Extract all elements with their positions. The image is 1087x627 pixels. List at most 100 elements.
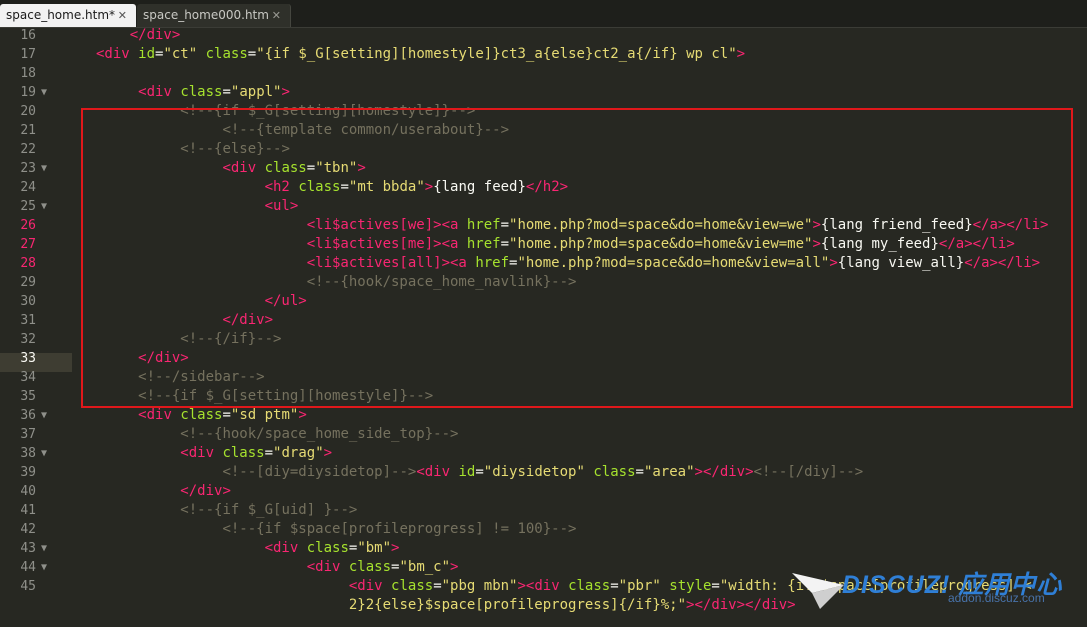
- code-text: <div class="bm">: [264, 540, 400, 556]
- fold-arrow-icon[interactable]: ▼: [41, 406, 47, 425]
- code-line[interactable]: 38 ▼ <div class="drag">: [0, 444, 1087, 463]
- line-number: 25: [20, 199, 36, 214]
- fold-arrow-icon[interactable]: ▼: [41, 159, 47, 178]
- line-number: 36: [20, 408, 36, 423]
- code-line[interactable]: 26 <li$actives[we]><a href="home.php?mod…: [0, 216, 1087, 235]
- code-line[interactable]: 20 <!--{if $_G[setting][homestyle]}-->: [0, 102, 1087, 121]
- line-number: 41: [20, 503, 36, 518]
- code-line[interactable]: 39 <!--[diy=diysidetop]--><div id="diysi…: [0, 463, 1087, 482]
- line-number: 20: [20, 104, 36, 119]
- code-line[interactable]: 30 </ul>: [0, 292, 1087, 311]
- code-text: <!--/sidebar-->: [138, 369, 265, 385]
- code-line[interactable]: 33 </div>: [0, 349, 1087, 368]
- tab-space-home000[interactable]: space_home000.htm ✕: [137, 4, 291, 27]
- paper-plane-icon: [792, 573, 844, 609]
- line-number: 45: [20, 579, 36, 594]
- line-number: 39: [20, 465, 36, 480]
- line-number: 31: [20, 313, 36, 328]
- code-line[interactable]: 25 ▼ <ul>: [0, 197, 1087, 216]
- line-number: 21: [20, 123, 36, 138]
- line-number: 26: [20, 218, 36, 233]
- line-number: 38: [20, 446, 36, 461]
- code-text: <h2 class="mt bbda">{lang feed}</h2>: [264, 179, 569, 195]
- code-line[interactable]: 35 <!--{if $_G[setting][homestyle]}-->: [0, 387, 1087, 406]
- code-line[interactable]: 43 ▼ <div class="bm">: [0, 539, 1087, 558]
- code-text: </div>: [138, 350, 189, 366]
- code-line[interactable]: 27 <li$actives[me]><a href="home.php?mod…: [0, 235, 1087, 254]
- code-text: <!--{/if}-->: [180, 331, 282, 347]
- fold-arrow-icon[interactable]: ▼: [41, 539, 47, 558]
- tab-bar: space_home.htm* ✕ space_home000.htm ✕: [0, 0, 1087, 28]
- code-line[interactable]: 21 <!--{template common/userabout}-->: [0, 121, 1087, 140]
- code-line[interactable]: 31 </div>: [0, 311, 1087, 330]
- code-line[interactable]: 41 <!--{if $_G[uid] }-->: [0, 501, 1087, 520]
- code-line[interactable]: 18: [0, 64, 1087, 83]
- code-text: <div class="tbn">: [222, 160, 366, 176]
- code-line[interactable]: 28 <li$actives[all]><a href="home.php?mo…: [0, 254, 1087, 273]
- line-number: 29: [20, 275, 36, 290]
- code-text: <li$actives[all]><a href="home.php?mod=s…: [306, 255, 1041, 271]
- code-text: 2}2{else}$space[profileprogress]{/if}%;"…: [348, 597, 796, 613]
- line-number: 27: [20, 237, 36, 252]
- line-number: 17: [20, 47, 36, 62]
- code-line[interactable]: 32 <!--{/if}-->: [0, 330, 1087, 349]
- code-line[interactable]: 19 ▼ <div class="appl">: [0, 83, 1087, 102]
- line-number: 42: [20, 522, 36, 537]
- fold-arrow-icon[interactable]: ▼: [41, 83, 47, 102]
- line-number: 24: [20, 180, 36, 195]
- code-text: <div class="drag">: [180, 445, 333, 461]
- code-text: <div class="sd ptm">: [138, 407, 307, 423]
- code-text: <!--{hook/space_home_side_top}-->: [180, 426, 459, 442]
- tab-space-home[interactable]: space_home.htm* ✕: [0, 4, 136, 27]
- code-text: <div class="appl">: [138, 84, 290, 100]
- code-text: <!--{if $_G[setting][homestyle]}-->: [180, 103, 476, 119]
- code-line[interactable]: 29 <!--{hook/space_home_navlink}-->: [0, 273, 1087, 292]
- line-number: 30: [20, 294, 36, 309]
- code-line[interactable]: 40 </div>: [0, 482, 1087, 501]
- line-number: 18: [20, 66, 36, 81]
- code-text: <!--{if $_G[uid] }-->: [180, 502, 358, 518]
- line-number: 34: [20, 370, 36, 385]
- fold-arrow-icon[interactable]: ▼: [41, 197, 47, 216]
- code-line[interactable]: 42 <!--{if $space[profileprogress] != 10…: [0, 520, 1087, 539]
- code-text: <!--{if $_G[setting][homestyle]}-->: [138, 388, 434, 404]
- code-text: <ul>: [264, 198, 299, 214]
- line-number: 43: [20, 541, 36, 556]
- fold-arrow-icon[interactable]: ▼: [41, 444, 47, 463]
- code-line[interactable]: 34 <!--/sidebar-->: [0, 368, 1087, 387]
- watermark-subtitle: addon.discuz.com: [948, 591, 1045, 605]
- code-text: <div id="ct" class="{if $_G[setting][hom…: [96, 46, 746, 62]
- code-text: </div>: [180, 483, 231, 499]
- close-icon[interactable]: ✕: [118, 4, 127, 27]
- code-line[interactable]: 37 <!--{hook/space_home_side_top}-->: [0, 425, 1087, 444]
- code-line[interactable]: 17 <div id="ct" class="{if $_G[setting][h…: [0, 45, 1087, 64]
- line-number: 32: [20, 332, 36, 347]
- code-editor[interactable]: 16 </div> 17 <div id="ct" class="{if $_G[s…: [0, 28, 1087, 627]
- code-text: <!--[diy=diysidetop]--><div id="diysidet…: [222, 464, 864, 480]
- line-number: 44: [20, 560, 36, 575]
- code-line[interactable]: 23 ▼ <div class="tbn">: [0, 159, 1087, 178]
- code-text: <!--{else}-->: [180, 141, 290, 157]
- code-text: </div>: [129, 28, 181, 43]
- line-number: 33: [20, 351, 36, 366]
- line-number: 16: [20, 28, 36, 43]
- code-line[interactable]: 24 <h2 class="mt bbda">{lang feed}</h2>: [0, 178, 1087, 197]
- discuz-watermark: DISCUZ! 应用中心 addon.discuz.com: [790, 563, 1080, 623]
- fold-arrow-icon[interactable]: ▼: [41, 558, 47, 577]
- code-line[interactable]: 16 </div>: [0, 28, 1087, 45]
- code-text: </ul>: [264, 293, 307, 309]
- close-icon[interactable]: ✕: [272, 4, 281, 27]
- code-text: <li$actives[me]><a href="home.php?mod=sp…: [306, 236, 1015, 252]
- tab-label: space_home.htm*: [6, 8, 116, 22]
- line-number: 37: [20, 427, 36, 442]
- code-text: </div>: [222, 312, 274, 328]
- code-text: <!--{if $space[profileprogress] != 100}-…: [222, 521, 577, 537]
- code-text: <div class="bm_c">: [306, 559, 459, 575]
- code-text: <!--{hook/space_home_navlink}-->: [306, 274, 577, 290]
- code-line[interactable]: 36 ▼ <div class="sd ptm">: [0, 406, 1087, 425]
- code-text: <!--{template common/userabout}-->: [222, 122, 510, 138]
- line-number: 28: [20, 256, 36, 271]
- line-number: 22: [20, 142, 36, 157]
- line-number: 19: [20, 85, 36, 100]
- code-line[interactable]: 22 <!--{else}-->: [0, 140, 1087, 159]
